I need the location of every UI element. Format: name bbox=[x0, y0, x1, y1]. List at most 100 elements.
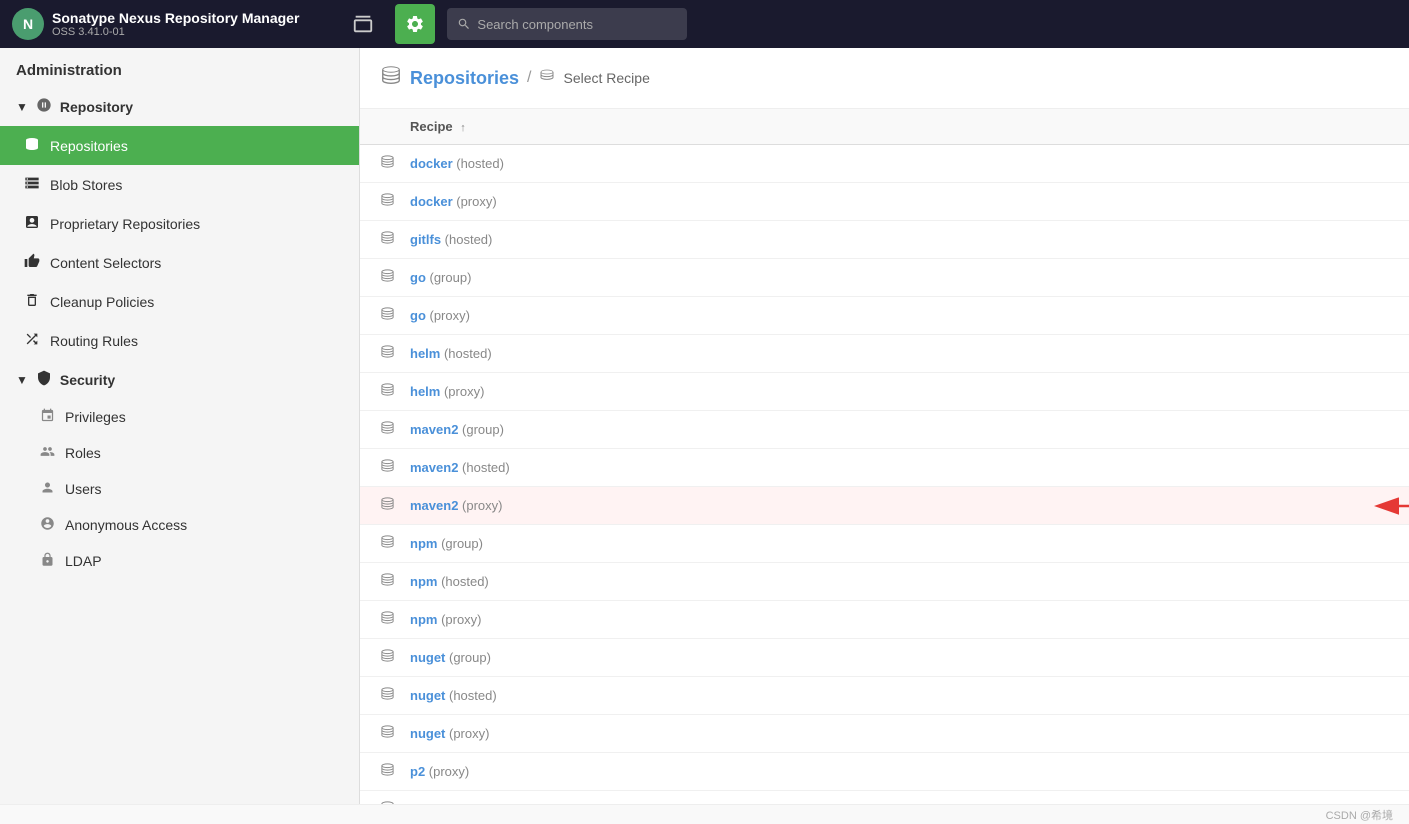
table-row[interactable]: gitlfs (hosted) bbox=[360, 221, 1409, 259]
breadcrumb-separator: / bbox=[527, 69, 531, 87]
row-label: npm (group) bbox=[410, 536, 1389, 551]
table-row[interactable]: maven2 (hosted) bbox=[360, 449, 1409, 487]
sidebar-item-routing-rules[interactable]: Routing Rules bbox=[0, 321, 359, 360]
row-db-icon bbox=[380, 230, 410, 249]
search-icon bbox=[457, 17, 471, 31]
table-row[interactable]: go (group) bbox=[360, 259, 1409, 297]
sidebar-item-cleanup-label: Cleanup Policies bbox=[50, 294, 154, 310]
footer-text: CSDN @希境 bbox=[1326, 807, 1393, 823]
repository-section-label: Repository bbox=[60, 99, 133, 115]
breadcrumb-title[interactable]: Repositories bbox=[410, 68, 519, 89]
repository-section[interactable]: ▼ Repository bbox=[0, 87, 359, 126]
content-area: Repositories / Select Recipe Recipe ↑ bbox=[360, 48, 1409, 804]
row-label: maven2 (proxy) bbox=[410, 498, 1389, 513]
sidebar-item-content-selectors[interactable]: Content Selectors bbox=[0, 243, 359, 282]
row-label: docker (hosted) bbox=[410, 156, 1389, 171]
table-rows: docker (hosted) docker (proxy)gitlfs (hos… bbox=[360, 145, 1409, 804]
sidebar-item-repositories[interactable]: Repositories bbox=[0, 126, 359, 165]
table-row[interactable]: maven2 (proxy) bbox=[360, 487, 1409, 525]
sidebar-item-proprietary[interactable]: Proprietary Repositories bbox=[0, 204, 359, 243]
security-section[interactable]: ▼ Security bbox=[0, 360, 359, 399]
ldap-icon bbox=[40, 552, 55, 570]
row-db-icon bbox=[380, 610, 410, 629]
breadcrumb-db-icon bbox=[380, 64, 402, 92]
sidebar-item-ldap-label: LDAP bbox=[65, 553, 102, 569]
roles-icon bbox=[40, 444, 55, 462]
row-label: nuget (proxy) bbox=[410, 726, 1389, 741]
content-wrapper: Recipe ↑ docker (hosted) docker (proxy)gi… bbox=[360, 109, 1409, 804]
row-label: helm (proxy) bbox=[410, 384, 1389, 399]
row-db-icon bbox=[380, 686, 410, 705]
table-row[interactable]: docker (hosted) bbox=[360, 145, 1409, 183]
sidebar-item-cleanup-policies[interactable]: Cleanup Policies bbox=[0, 282, 359, 321]
row-label: nuget (hosted) bbox=[410, 688, 1389, 703]
row-db-icon bbox=[380, 306, 410, 325]
row-db-icon bbox=[380, 382, 410, 401]
row-db-icon bbox=[380, 268, 410, 287]
table-row[interactable]: docker (proxy) bbox=[360, 183, 1409, 221]
security-icon bbox=[36, 370, 52, 389]
table-row[interactable]: npm (proxy) bbox=[360, 601, 1409, 639]
table-row[interactable]: nuget (proxy) bbox=[360, 715, 1409, 753]
header-recipe-col: Recipe ↑ bbox=[410, 119, 1389, 134]
logo-icon: N bbox=[12, 8, 44, 40]
row-db-icon bbox=[380, 154, 410, 173]
row-db-icon bbox=[380, 800, 410, 804]
sidebar-item-users-label: Users bbox=[65, 481, 102, 497]
sidebar-item-roles[interactable]: Roles bbox=[0, 435, 359, 471]
table-row[interactable]: npm (hosted) bbox=[360, 563, 1409, 601]
sidebar-item-ldap[interactable]: LDAP bbox=[0, 543, 359, 579]
content-selectors-icon bbox=[24, 253, 40, 272]
routing-icon bbox=[24, 331, 40, 350]
row-db-icon bbox=[380, 572, 410, 591]
row-db-icon bbox=[380, 420, 410, 439]
repositories-icon bbox=[24, 136, 40, 155]
sidebar-item-anonymous-label: Anonymous Access bbox=[65, 517, 187, 533]
proprietary-icon bbox=[24, 214, 40, 233]
row-db-icon bbox=[380, 762, 410, 781]
recipe-table[interactable]: Recipe ↑ docker (hosted) docker (proxy)gi… bbox=[360, 109, 1409, 804]
table-row[interactable]: helm (proxy) bbox=[360, 373, 1409, 411]
table-row[interactable]: go (proxy) bbox=[360, 297, 1409, 335]
row-label: pypi (group) bbox=[410, 802, 1389, 804]
table-row[interactable]: p2 (proxy) bbox=[360, 753, 1409, 791]
sidebar-item-anonymous-access[interactable]: Anonymous Access bbox=[0, 507, 359, 543]
cleanup-icon bbox=[24, 292, 40, 311]
topbar: N Sonatype Nexus Repository Manager OSS … bbox=[0, 0, 1409, 48]
security-section-label: Security bbox=[60, 372, 115, 388]
table-row[interactable]: helm (hosted) bbox=[360, 335, 1409, 373]
app-title: Sonatype Nexus Repository Manager OSS 3.… bbox=[52, 10, 299, 38]
breadcrumb-sub-icon bbox=[539, 68, 555, 89]
sidebar-item-repositories-label: Repositories bbox=[50, 138, 128, 154]
table-row[interactable]: maven2 (group) bbox=[360, 411, 1409, 449]
sidebar-item-privileges-label: Privileges bbox=[65, 409, 126, 425]
row-label: p2 (proxy) bbox=[410, 764, 1389, 779]
browse-icon-btn[interactable] bbox=[343, 4, 383, 44]
footer: CSDN @希境 bbox=[0, 804, 1409, 824]
search-input[interactable] bbox=[477, 17, 677, 32]
row-db-icon bbox=[380, 534, 410, 553]
row-label: go (proxy) bbox=[410, 308, 1389, 323]
settings-icon-btn[interactable] bbox=[395, 4, 435, 44]
sidebar-item-users[interactable]: Users bbox=[0, 471, 359, 507]
blob-stores-icon bbox=[24, 175, 40, 194]
breadcrumb-sub-title: Select Recipe bbox=[563, 70, 649, 86]
privileges-icon bbox=[40, 408, 55, 426]
table-row[interactable]: nuget (hosted) bbox=[360, 677, 1409, 715]
table-row[interactable]: pypi (group) bbox=[360, 791, 1409, 804]
search-bar[interactable] bbox=[447, 8, 687, 40]
sort-icon: ↑ bbox=[460, 122, 466, 134]
breadcrumb: Repositories / Select Recipe bbox=[360, 48, 1409, 109]
row-db-icon bbox=[380, 496, 410, 515]
anonymous-icon bbox=[40, 516, 55, 534]
sidebar-item-proprietary-label: Proprietary Repositories bbox=[50, 216, 200, 232]
row-label: helm (hosted) bbox=[410, 346, 1389, 361]
table-row[interactable]: npm (group) bbox=[360, 525, 1409, 563]
row-db-icon bbox=[380, 458, 410, 477]
users-icon bbox=[40, 480, 55, 498]
sidebar-item-privileges[interactable]: Privileges bbox=[0, 399, 359, 435]
sidebar-item-blob-stores[interactable]: Blob Stores bbox=[0, 165, 359, 204]
table-header: Recipe ↑ bbox=[360, 109, 1409, 145]
table-row[interactable]: nuget (group) bbox=[360, 639, 1409, 677]
chevron-down-icon: ▼ bbox=[16, 100, 28, 114]
